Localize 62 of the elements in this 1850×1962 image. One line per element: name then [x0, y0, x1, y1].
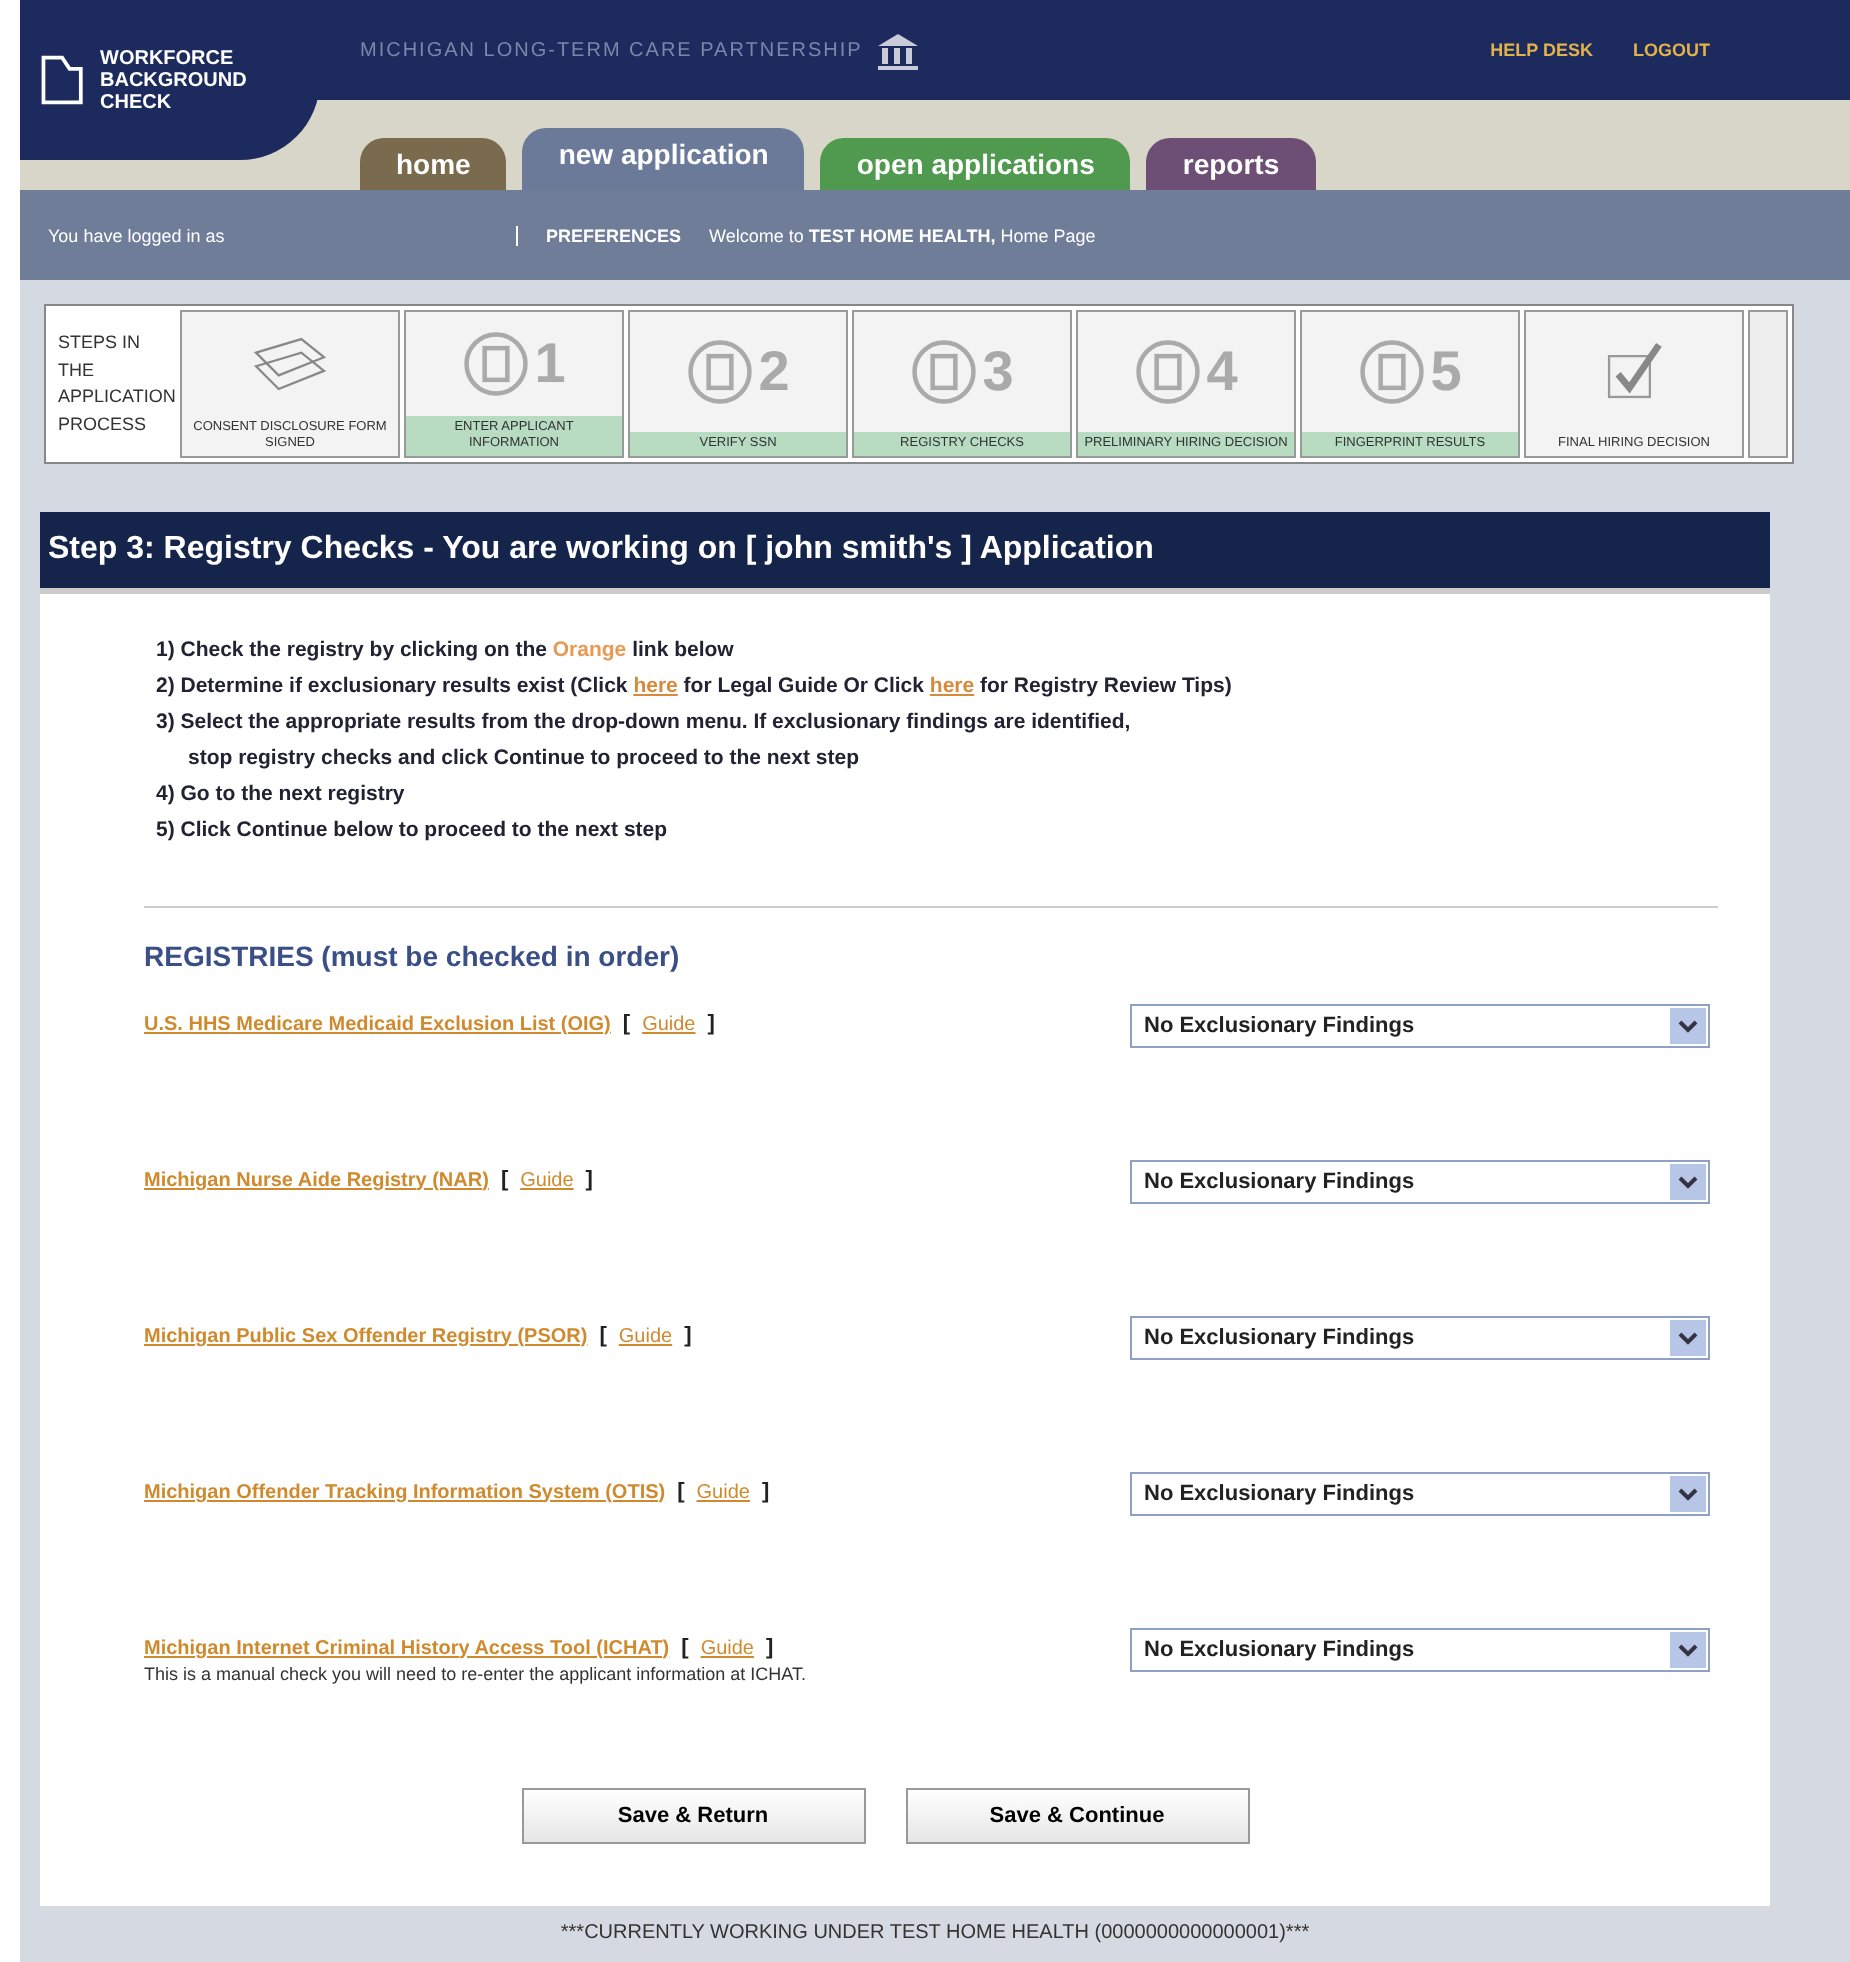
- bracket: ]: [761, 1480, 770, 1504]
- instruction-text: 5) Click Continue below to proceed to the next step: [156, 818, 670, 842]
- instruction-text: stop registry checks and click Continue to proceed to the next step: [186, 746, 861, 770]
- guide-link[interactable]: Guide: [700, 1637, 754, 1659]
- instruction-text: 3) Select the appropriate results from the drop-down menu. If exclusionary findings are identified,: [156, 710, 1133, 734]
- logo-text: WORKFORCE BACKGROUND CHECK: [100, 47, 249, 113]
- nav-tab[interactable]: open applications: [820, 138, 1131, 190]
- step-number: 4: [1206, 340, 1238, 405]
- footer-text: ***CURRENTLY WORKING UNDER TEST HOME HEALTH (0000000000000001)***: [558, 1920, 1312, 1948]
- document-circle-icon: [462, 330, 531, 399]
- registry-link[interactable]: U.S. HHS Medicare Medicaid Exclusion List (OIG): [144, 1013, 611, 1035]
- partnership-title: MICHIGAN LONG-TERM CARE PARTNERSHIP: [360, 39, 863, 61]
- findings-dropdown[interactable]: No Exclusionary Findings: [1130, 1472, 1710, 1516]
- nav-tab[interactable]: home: [360, 138, 507, 190]
- form-button[interactable]: Save & Return: [521, 1788, 865, 1844]
- bracket: ]: [707, 1012, 715, 1036]
- bracket: ]: [684, 1324, 692, 1348]
- step-number: 5: [1430, 340, 1462, 405]
- findings-dropdown[interactable]: No Exclusionary Findings: [1130, 1628, 1710, 1672]
- bracket: [: [681, 1636, 689, 1660]
- header-link[interactable]: LOGOUT: [1633, 40, 1710, 60]
- preferences-link[interactable]: PREFERENCES: [516, 225, 682, 245]
- registry-link[interactable]: Michigan Public Sex Offender Registry (PSOR): [144, 1325, 588, 1347]
- here-link[interactable]: here: [633, 674, 678, 698]
- document-circle-icon: [1358, 338, 1427, 407]
- findings-dropdown[interactable]: No Exclusionary Findings: [1130, 1160, 1710, 1204]
- here-link[interactable]: here: [929, 674, 975, 698]
- guide-link[interactable]: Guide: [618, 1325, 673, 1347]
- registry-link[interactable]: Michigan Nurse Aide Registry (NAR): [144, 1169, 489, 1191]
- findings-dropdown[interactable]: No Exclusionary Findings: [1130, 1316, 1710, 1360]
- header-link[interactable]: HELP DESK: [1490, 40, 1593, 60]
- guide-link[interactable]: Guide: [696, 1481, 750, 1503]
- bracket: [: [622, 1012, 631, 1036]
- instruction-text: 2) Determine if exclusionary results exist (Click here for Legal Guide Or Click here for Registry Review Tips): [156, 674, 1234, 698]
- step-number: 2: [758, 340, 790, 405]
- login-label: You have logged in as: [48, 225, 227, 245]
- registry-link[interactable]: Michigan Internet Criminal History Access Tool (ICHAT): [144, 1637, 670, 1659]
- step-number: 1: [534, 332, 566, 397]
- welcome-text: Welcome to TEST HOME HEALTH, Home Page: [709, 225, 1096, 245]
- form-button[interactable]: Save & Continue: [905, 1788, 1249, 1844]
- registries-heading: REGISTRIES (must be checked in order): [144, 940, 682, 972]
- nav-tab[interactable]: new application: [522, 128, 805, 190]
- instruction-text: 4) Go to the next registry: [156, 782, 407, 806]
- findings-dropdown[interactable]: No Exclusionary Findings: [1130, 1004, 1710, 1048]
- instruction-text: 1) Check the registry by clicking on the Orange link below: [156, 638, 736, 662]
- bracket: ]: [766, 1636, 774, 1660]
- page-title: Step 3: Registry Checks - You are working on [ john smith's ] Application: [40, 512, 1770, 594]
- bracket: [: [599, 1324, 607, 1348]
- nav-tab[interactable]: reports: [1146, 138, 1316, 190]
- registry-note: This is a manual check you will need to re-enter the applicant information at ICHAT.: [144, 1664, 808, 1684]
- steps-title: STEPS IN THE APPLICATION PROCESS: [56, 330, 176, 437]
- bracket: [: [500, 1168, 509, 1192]
- registry-link[interactable]: Michigan Offender Tracking Information System (OTIS): [144, 1481, 666, 1503]
- guide-link[interactable]: Guide: [642, 1013, 696, 1035]
- building-icon: [874, 30, 923, 70]
- guide-link[interactable]: Guide: [520, 1169, 574, 1191]
- bracket: ]: [585, 1168, 593, 1192]
- document-circle-icon: [1134, 338, 1203, 407]
- document-circle-icon: [910, 338, 979, 407]
- step-number: 3: [982, 340, 1014, 405]
- bracket: [: [677, 1480, 685, 1504]
- document-circle-icon: [686, 338, 755, 407]
